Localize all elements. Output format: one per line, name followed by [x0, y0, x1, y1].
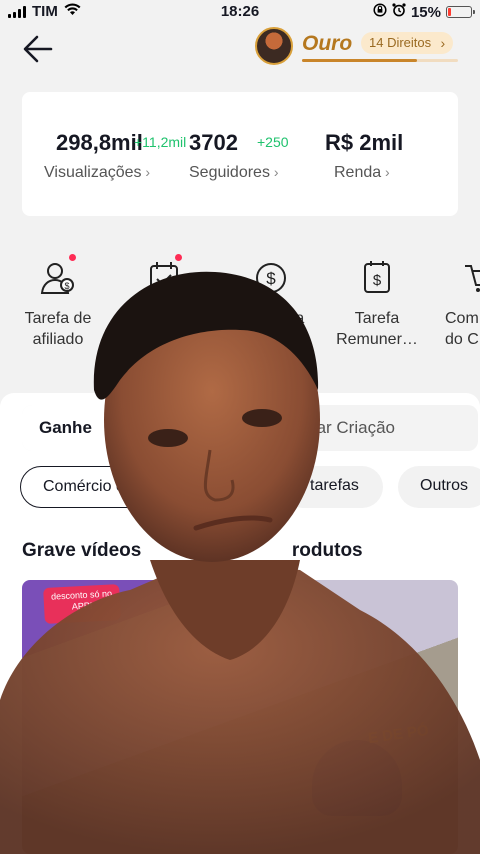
dollar-circle-icon: $: [251, 258, 291, 298]
task-label: Tarefa Remuner…: [336, 310, 418, 348]
stat-value: R$ 2mil: [325, 130, 404, 155]
stat-delta: +11,2mil: [134, 134, 187, 150]
stat-followers[interactable]: 3702 +250 Seguidores ›: [189, 130, 289, 181]
task-label: rama eit…: [267, 310, 305, 348]
chevron-right-icon: ›: [381, 164, 390, 180]
svg-text:$: $: [373, 272, 382, 289]
chevron-right-icon: ›: [269, 164, 279, 180]
product-label: E DE PÓ: [367, 721, 430, 748]
task-commerce[interactable]: Com do C: [433, 258, 480, 350]
section-title-left: Grave vídeos: [22, 540, 142, 561]
battery-icon: [446, 6, 475, 18]
task-label: Tarefa de afiliado: [24, 310, 92, 348]
stat-delta: +250: [257, 134, 289, 150]
avatar[interactable]: [255, 27, 293, 65]
stat-value: 3702: [189, 130, 238, 155]
rights-button[interactable]: 14 Direitos ›: [361, 32, 454, 54]
task-paid[interactable]: $ Tarefa Remuner…: [327, 258, 427, 350]
status-right: 15%: [373, 3, 475, 21]
section-title-right: rodutos: [291, 540, 363, 561]
task-shortcuts: $ Tarefa de afiliado $ rama eit… $ Taref…: [0, 254, 480, 358]
chip-tasks[interactable]: tarefas: [282, 466, 383, 508]
calendar-check-icon: [144, 254, 184, 298]
stat-views[interactable]: 298,8mil +11,2mil Visualizações ›: [44, 130, 186, 181]
chevron-right-icon: ›: [141, 164, 151, 180]
stat-income[interactable]: R$ 2mil Renda ›: [325, 130, 404, 181]
task-calendar[interactable]: [114, 254, 214, 308]
dollar-document-icon: $: [357, 258, 397, 298]
header: Ouro 14 Direitos ›: [0, 26, 480, 70]
chevron-right-icon: ›: [440, 35, 446, 51]
segmented-tabs: Ganhe norar Criação: [22, 405, 478, 451]
tab-earn[interactable]: Ganhe: [22, 405, 242, 451]
product-video-thumbnail[interactable]: desconto só no APP! E DE PÓ: [22, 580, 458, 854]
task-label: Com do C: [445, 310, 479, 348]
task-program[interactable]: $ rama eit…: [221, 258, 321, 350]
rights-label: 14 Direitos: [369, 35, 432, 50]
stat-label: Visualizações: [44, 164, 142, 181]
shopping-cart-icon: [461, 258, 480, 298]
category-chips: Comércio c tarefas Outros: [20, 466, 480, 510]
product-bowl-image: [312, 740, 402, 816]
level-progress-bar: [302, 59, 458, 62]
back-button[interactable]: [22, 32, 56, 66]
chip-commerce[interactable]: Comércio c: [20, 466, 147, 508]
stat-label: Renda: [334, 164, 382, 181]
back-arrow-icon: [23, 35, 53, 63]
stats-card: 298,8mil +11,2mil Visualizações › 3702 +…: [22, 92, 458, 216]
affiliate-person-dollar-icon: $: [38, 254, 78, 298]
section-title: Grave vídeos rodutos: [22, 540, 363, 562]
task-affiliate[interactable]: $ Tarefa de afiliado: [8, 254, 108, 350]
svg-text:$: $: [64, 281, 69, 291]
tab-improve-creation[interactable]: norar Criação: [292, 405, 395, 451]
creator-level-name[interactable]: Ouro: [302, 32, 352, 56]
battery-percent: 15%: [410, 3, 441, 21]
stat-value: 298,8mil: [56, 130, 143, 155]
chip-others[interactable]: Outros: [398, 466, 480, 508]
svg-text:$: $: [266, 269, 276, 288]
status-bar: TIM 18:26 15%: [0, 0, 480, 24]
earn-content-panel: Ganhe norar Criação Comércio c tarefas O…: [0, 393, 480, 854]
promo-badge: desconto só no APP!: [43, 584, 121, 624]
orientation-lock-icon: [373, 3, 387, 21]
alarm-icon: [392, 3, 406, 21]
stat-label: Seguidores: [189, 164, 270, 181]
